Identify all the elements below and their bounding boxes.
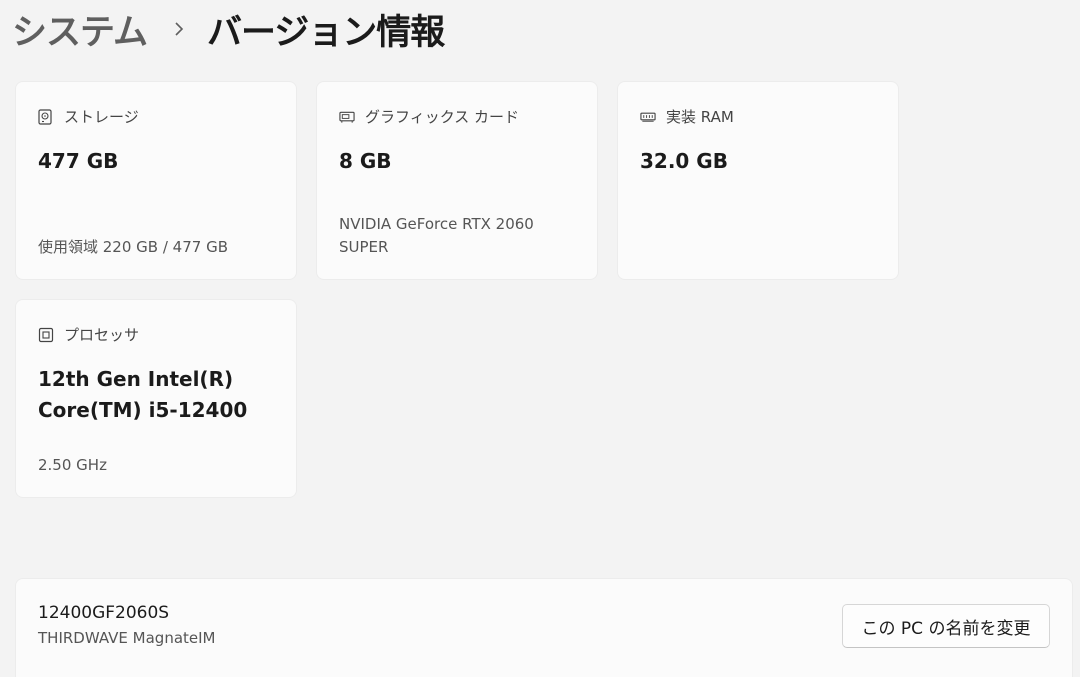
storage-label: ストレージ (64, 108, 139, 126)
rename-pc-button[interactable]: この PC の名前を変更 (842, 604, 1050, 648)
processor-card-header: プロセッサ (38, 324, 139, 345)
about-page: システム バージョン情報 ストレージ 477 GB 使用領域 220 GB / … (0, 0, 1080, 677)
chevron-right-icon (171, 19, 187, 39)
processor-name-line1: 12th Gen Intel(R) (38, 367, 234, 391)
graphics-card-icon (339, 109, 355, 125)
device-name-panel: 12400GF2060S THIRDWAVE MagnateIM この PC の… (16, 579, 1072, 677)
page-title: バージョン情報 (206, 12, 445, 53)
breadcrumb: システム バージョン情報 (12, 4, 445, 55)
storage-card-header: ストレージ (38, 106, 139, 127)
device-model: THIRDWAVE MagnateIM (38, 629, 216, 647)
processor-name: 12th Gen Intel(R) Core(TM) i5-12400 (38, 364, 247, 426)
hard-drive-icon (38, 108, 54, 125)
ram-label: 実装 RAM (666, 108, 734, 126)
graphics-card-header: グラフィックス カード (339, 106, 519, 127)
graphics-card-model-line2: SUPER (339, 238, 389, 256)
processor-card[interactable]: プロセッサ 12th Gen Intel(R) Core(TM) i5-1240… (16, 300, 296, 497)
ram-value: 32.0 GB (640, 149, 728, 173)
graphics-card-model-line1: NVIDIA GeForce RTX 2060 (339, 215, 534, 233)
storage-card[interactable]: ストレージ 477 GB 使用領域 220 GB / 477 GB (16, 82, 296, 279)
ram-card[interactable]: 実装 RAM 32.0 GB (618, 82, 898, 279)
graphics-memory-value: 8 GB (339, 149, 392, 173)
processor-icon (38, 327, 54, 343)
processor-label: プロセッサ (64, 326, 140, 344)
processor-speed: 2.50 GHz (38, 456, 107, 474)
memory-icon (640, 109, 656, 125)
device-name: 12400GF2060S (38, 603, 170, 623)
breadcrumb-system[interactable]: システム (12, 4, 148, 55)
processor-name-line2: Core(TM) i5-12400 (38, 398, 248, 422)
ram-card-header: 実装 RAM (640, 106, 734, 127)
graphics-card-card[interactable]: グラフィックス カード 8 GB NVIDIA GeForce RTX 2060… (317, 82, 597, 279)
graphics-card-label: グラフィックス カード (365, 108, 520, 126)
graphics-card-model: NVIDIA GeForce RTX 2060 SUPER (339, 213, 534, 259)
storage-value: 477 GB (38, 149, 119, 173)
storage-usage: 使用領域 220 GB / 477 GB (38, 238, 228, 256)
